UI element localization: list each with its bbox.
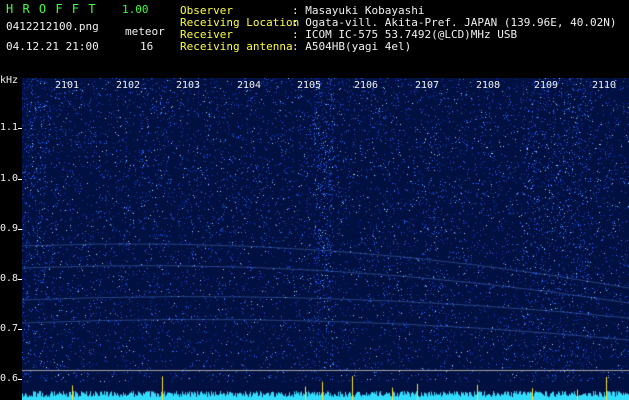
x-tick-label: 2104 xyxy=(237,80,262,91)
header-panel: H R O F F T 1.00 0412212100.png meteor 0… xyxy=(0,0,629,78)
antenna-label: Receiving antenna xyxy=(180,40,293,53)
app-name: H R O F F T xyxy=(6,2,97,16)
y-tick-mark xyxy=(18,128,22,129)
meteor-count: 16 xyxy=(140,40,154,53)
x-tick-label: 2110 xyxy=(592,80,617,91)
y-tick-mark xyxy=(18,179,22,180)
x-tick-label: 2101 xyxy=(55,80,80,91)
meteor-label: meteor xyxy=(125,25,165,38)
x-tick-label: 2109 xyxy=(534,80,559,91)
x-tick-label: 2106 xyxy=(354,80,379,91)
filename: 0412212100.png xyxy=(6,20,99,33)
y-tick-mark xyxy=(18,329,22,330)
x-tick-label: 2102 xyxy=(116,80,141,91)
y-tick-mark xyxy=(18,279,22,280)
spectrogram-canvas xyxy=(22,78,629,400)
spectrogram-plot xyxy=(22,78,629,400)
x-tick-label: 2103 xyxy=(176,80,201,91)
app-version: 1.00 xyxy=(122,3,149,16)
x-tick-label: 2108 xyxy=(476,80,501,91)
y-tick-mark xyxy=(18,379,22,380)
antenna-value: : A504HB(yagi 4el) xyxy=(292,40,412,53)
x-tick-label: 2107 xyxy=(415,80,440,91)
y-unit-label: kHz xyxy=(0,75,19,86)
datetime: 04.12.21 21:00 xyxy=(6,40,99,53)
x-tick-label: 2105 xyxy=(297,80,322,91)
y-tick-mark xyxy=(18,229,22,230)
